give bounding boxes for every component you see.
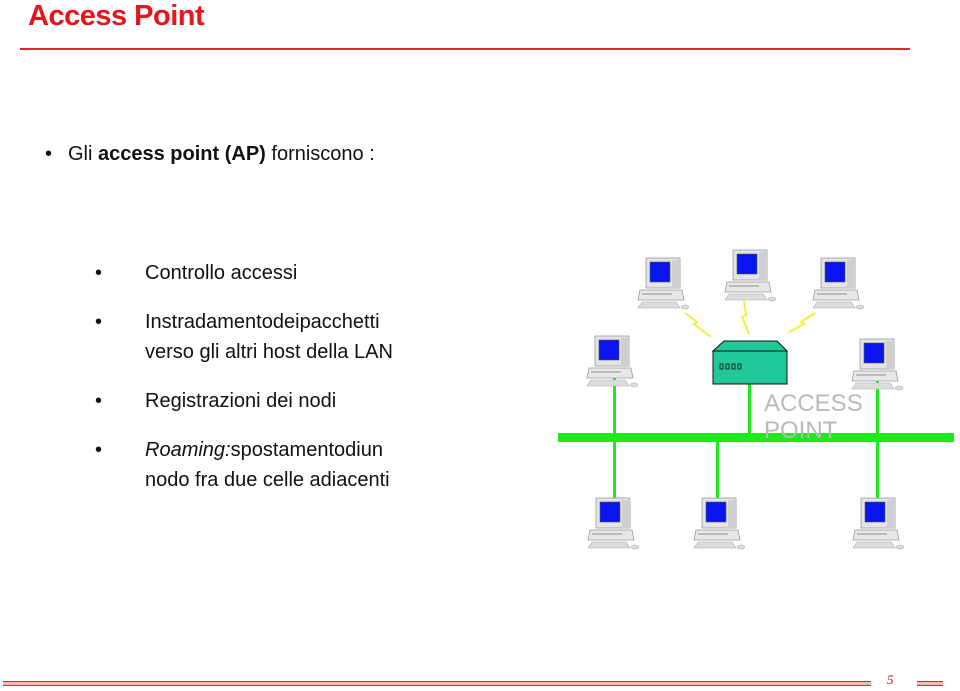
lan-drop: [876, 381, 879, 500]
lan-drop: [716, 438, 719, 500]
wireless-link-icon: [788, 312, 816, 333]
wireless-link-icon: [684, 312, 712, 338]
ap-label-line1: ACCESS: [764, 390, 863, 417]
wireless-link-icon: [740, 300, 750, 335]
computer-icon: [693, 497, 746, 550]
footer-divider-left: [3, 681, 871, 686]
footer-divider-right: [917, 681, 943, 686]
computer-icon: [587, 497, 640, 550]
computer-icon: [637, 257, 690, 310]
computer-icon: [586, 335, 639, 388]
computer-icon: [724, 249, 777, 302]
page-number: 5: [887, 672, 894, 687]
network-diagram: [558, 249, 954, 550]
computer-icon: [852, 497, 905, 550]
lan-drop: [748, 383, 751, 436]
lan-drop: [613, 378, 616, 500]
computer-icon: [812, 257, 865, 310]
lan-backbone: [558, 433, 954, 442]
access-point-label: ACCESS POINT: [764, 390, 863, 444]
access-point-device-icon: [711, 340, 789, 385]
ap-label-line2: POINT: [764, 417, 838, 444]
